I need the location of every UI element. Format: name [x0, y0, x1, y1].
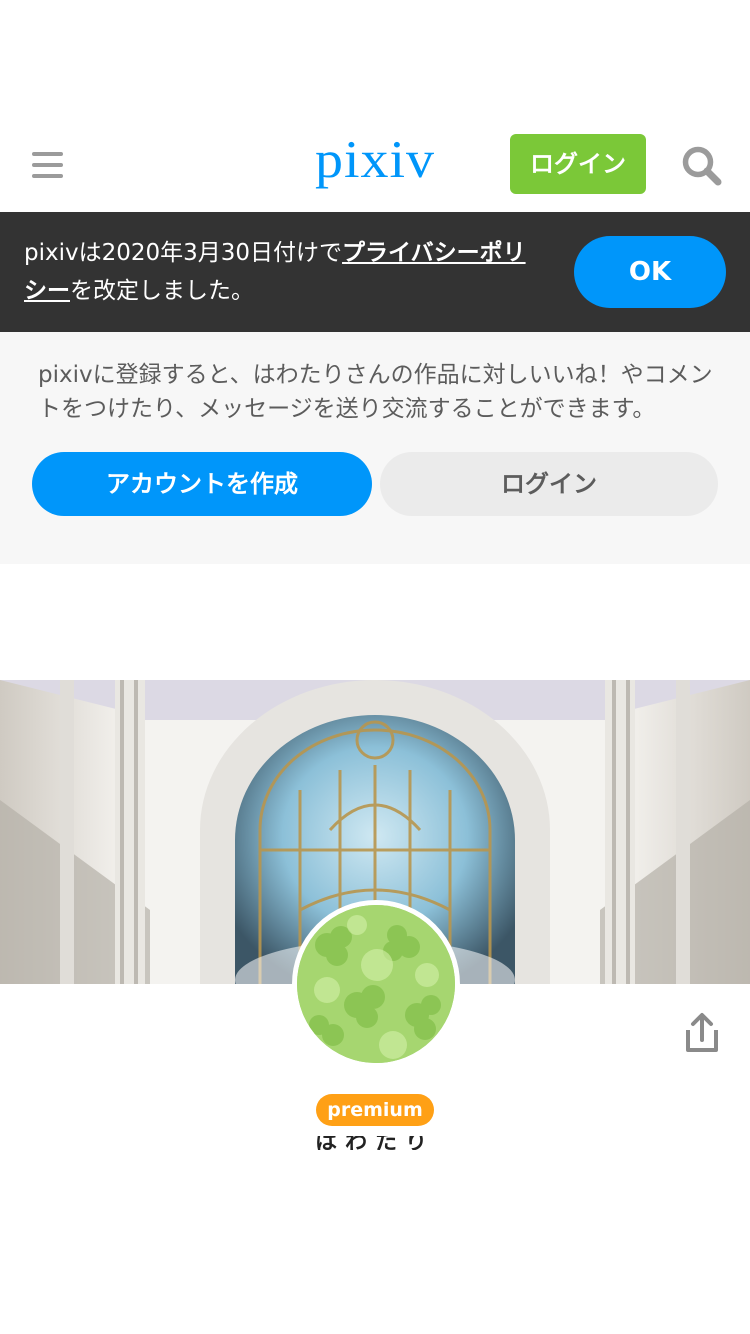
share-button[interactable]: [680, 1010, 724, 1056]
ok-button[interactable]: OK: [574, 236, 726, 308]
register-message: pixivに登録すると、はわたりさんの作品に対しいいね！やコメントをつけたり、メ…: [38, 362, 713, 422]
logo-text: pixiv: [314, 130, 436, 190]
share-icon: [686, 1013, 718, 1052]
search-icon: [682, 146, 722, 186]
app-header: pixiv ログイン: [0, 120, 750, 212]
notice-text-before: pixivは2020年3月30日付けで: [24, 240, 343, 266]
notice-text-after: を改定しました。: [70, 278, 254, 304]
login-button[interactable]: ログイン: [380, 452, 718, 516]
premium-badge: premium: [316, 1094, 434, 1126]
username: はわたり: [314, 1136, 435, 1150]
header-login-button[interactable]: ログイン: [510, 134, 646, 194]
privacy-notice-text: pixivは2020年3月30日付けでプライバシーポリシーを改定しました。: [24, 234, 544, 310]
register-prompt: pixivに登録すると、はわたりさんの作品に対しいいね！やコメントをつけたり、メ…: [0, 332, 750, 564]
user-avatar[interactable]: [292, 900, 460, 1068]
privacy-notice-banner: pixivは2020年3月30日付けでプライバシーポリシーを改定しました。 OK: [0, 212, 750, 332]
create-account-button[interactable]: アカウントを作成: [32, 452, 372, 516]
search-button[interactable]: [680, 144, 724, 188]
avatar-image: [297, 905, 455, 1063]
